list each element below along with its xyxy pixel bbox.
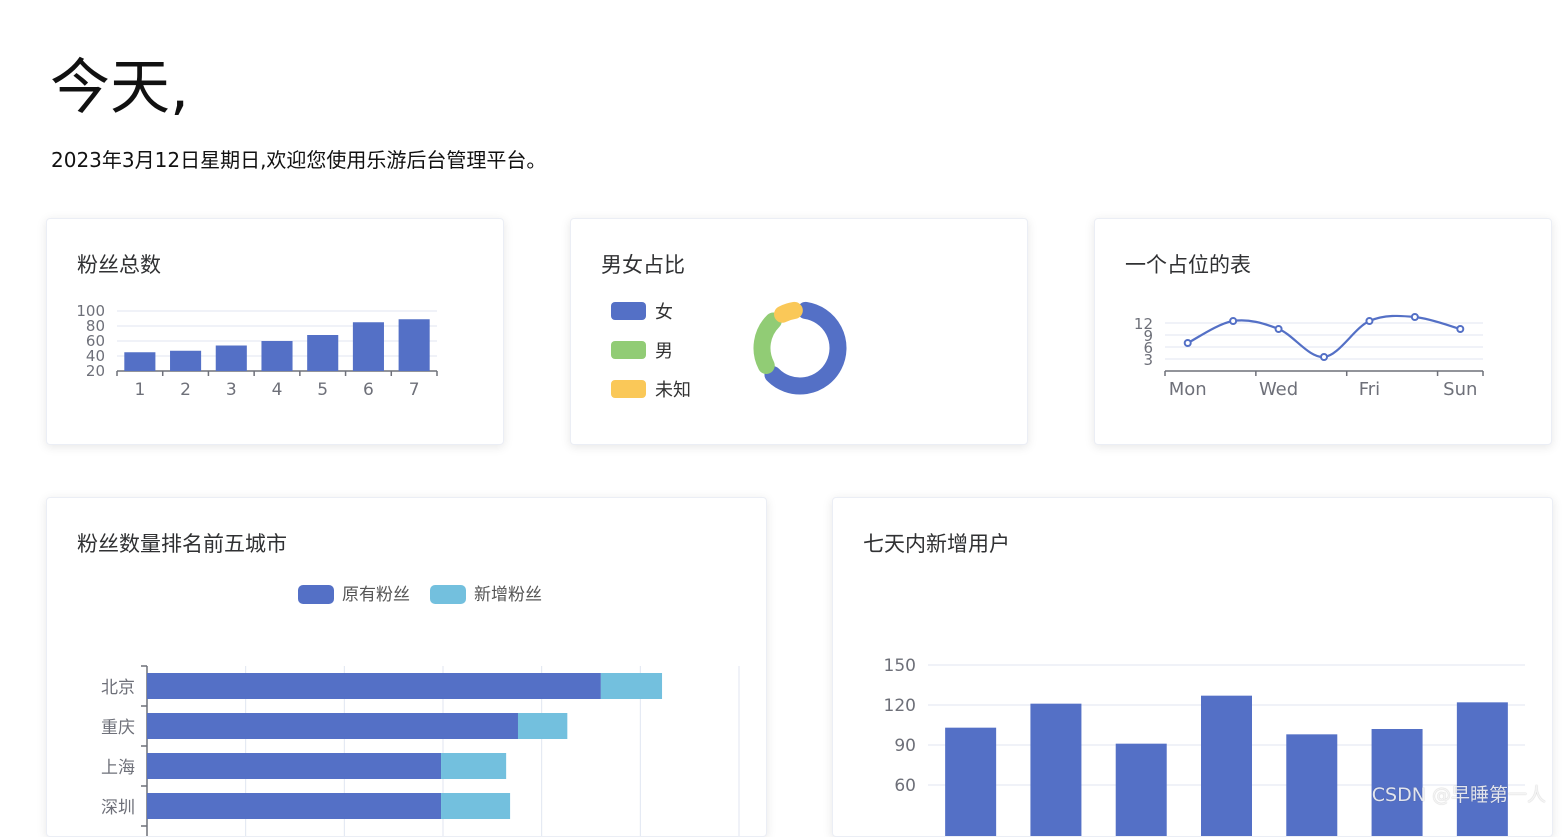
greeting-subtitle: 2023年3月12日星期日,欢迎您使用乐游后台管理平台。 — [51, 148, 547, 172]
bar — [215, 345, 247, 371]
y-tick-label: 120 — [884, 696, 916, 716]
gender-ratio-chart: 女男未知 — [611, 301, 847, 401]
fans-total-card: 粉丝总数 20 40 60 80 100 1 2 3 4 5 6 7 — [46, 218, 504, 445]
y-tick-label: 深圳 — [101, 798, 135, 818]
bar — [441, 793, 511, 819]
bar — [124, 352, 156, 371]
bar — [945, 727, 997, 836]
bar — [147, 713, 518, 739]
legend-label: 原有粉丝 — [342, 585, 410, 605]
y-tick-label: 150 — [884, 656, 916, 676]
series-line — [1187, 314, 1461, 359]
x-tick-label: 1 — [134, 380, 145, 400]
legend-label: 女 — [655, 302, 673, 323]
pie-slice — [753, 312, 782, 374]
bar — [1115, 743, 1167, 836]
data-point — [1274, 325, 1283, 333]
x-tick-label: Wed — [1259, 379, 1298, 400]
bar — [147, 793, 442, 819]
bar — [170, 350, 202, 371]
data-point — [1365, 317, 1374, 325]
y-tick-label: 60 — [894, 776, 916, 796]
legend-swatch — [611, 341, 646, 359]
placeholder-line-chart: 36912Mon Wed Fri Sun — [1134, 313, 1484, 400]
pie-slice — [774, 301, 803, 323]
bar — [1286, 734, 1338, 836]
legend-swatch — [298, 585, 334, 604]
data-point — [1410, 313, 1419, 321]
x-tick-label: 2 — [180, 380, 191, 400]
legend-label: 男 — [655, 341, 673, 362]
legend-label: 新增粉丝 — [474, 585, 542, 605]
x-tick-label: 7 — [409, 380, 420, 400]
bar — [398, 319, 430, 371]
x-tick-label: 6 — [363, 380, 374, 400]
legend-swatch — [611, 302, 646, 320]
bar — [147, 753, 442, 779]
y-tick-label: 北京 — [101, 678, 135, 698]
top-cities-card: 粉丝数量排名前五城市 原有粉丝 新增粉丝 北京 重庆 上海 深圳 — [46, 497, 767, 837]
data-point — [1456, 325, 1465, 333]
x-tick-label: 3 — [226, 380, 237, 400]
bar — [600, 673, 663, 699]
bar — [441, 753, 507, 779]
legend-swatch — [430, 585, 466, 604]
x-tick-label: Mon — [1169, 379, 1207, 400]
fans-total-chart: 204060801001 2 3 4 5 6 7 — [76, 302, 438, 400]
bar — [307, 335, 339, 371]
x-tick-label: 5 — [317, 380, 328, 400]
legend-label: 未知 — [655, 380, 691, 401]
y-tick-label: 90 — [894, 736, 916, 756]
x-tick-label: Fri — [1359, 379, 1380, 400]
bar — [352, 322, 384, 371]
data-point — [1320, 353, 1328, 361]
watermark: CSDN @早睡第一人 — [1371, 784, 1546, 806]
gender-ratio-card: 男女占比 女男未知 — [570, 218, 1028, 445]
top-cities-chart: 原有粉丝 新增粉丝北京重庆上海深圳 — [101, 585, 740, 836]
greeting-title: 今天, — [50, 53, 190, 123]
legend-swatch — [611, 380, 646, 398]
data-point — [1229, 317, 1238, 325]
bar — [147, 673, 601, 699]
placeholder-chart-card: 一个占位的表 3 6 9 12 Mon Wed Fri Sun — [1094, 218, 1552, 445]
y-tick-label: 重庆 — [101, 718, 135, 738]
data-point — [1183, 339, 1192, 347]
bar — [1456, 702, 1508, 836]
bar — [261, 341, 293, 371]
x-tick-label: Sun — [1443, 379, 1477, 400]
y-tick-label: 100 — [76, 302, 105, 320]
y-tick-label: 上海 — [101, 758, 135, 778]
bar — [517, 713, 568, 739]
bar — [1030, 703, 1082, 836]
y-tick-label: 12 — [1134, 315, 1153, 333]
x-tick-label: 4 — [272, 380, 283, 400]
bar — [1201, 695, 1252, 836]
